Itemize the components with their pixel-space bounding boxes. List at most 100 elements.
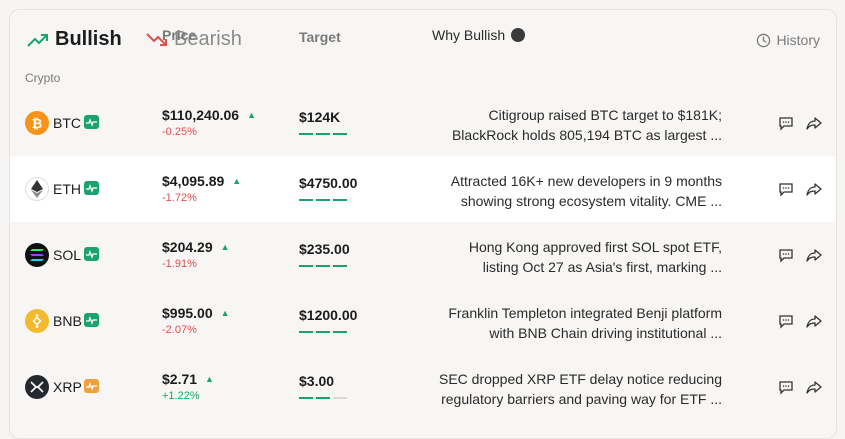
progress-segment: [299, 265, 313, 267]
target-value: $3.00: [299, 373, 335, 389]
why-text: Hong Kong approved first SOL spot ETF, li…: [432, 237, 722, 277]
column-header-why: Why Bullish: [432, 25, 722, 45]
comment-icon[interactable]: [778, 115, 794, 131]
tab-bullish[interactable]: Bullish: [27, 28, 122, 51]
column-header-why-label: Why Bullish: [432, 27, 506, 43]
trend-badge-icon: [84, 247, 99, 261]
avatar-icon: [511, 28, 526, 42]
why-line: SEC dropped XRP ETF delay notice reducin…: [438, 371, 722, 387]
price-up-icon: ▲: [232, 176, 242, 186]
why-line: listing Oct 27 as Asia's first, marking …: [482, 259, 722, 275]
price-text: $110,240.06: [162, 107, 240, 123]
why-line: showing strong ecosystem vitality. CME .…: [460, 193, 722, 209]
column-header-price: Price: [162, 27, 197, 43]
why-text: Attracted 16K+ new developers in 9 month…: [432, 171, 722, 211]
progress-segment: [316, 133, 330, 135]
why-line: BlackRock holds 805,194 BTC as largest .…: [451, 127, 722, 143]
why-line: Citigroup raised BTC target to $181K;: [488, 107, 722, 123]
price-text: $204.29: [162, 239, 213, 255]
target-progress: [299, 265, 350, 267]
target-progress: [299, 199, 350, 201]
history-label: History: [776, 32, 820, 48]
share-icon[interactable]: [806, 313, 822, 329]
target-value: $124K: [299, 109, 341, 125]
price-text: $2.71: [162, 371, 198, 387]
price-value: $4,095.89 ▲: [162, 173, 241, 189]
trend-badge-icon: [84, 379, 99, 393]
progress-segment: [316, 331, 330, 333]
solana-icon: [25, 243, 49, 267]
history-button[interactable]: History: [756, 32, 820, 48]
share-icon[interactable]: [806, 247, 822, 263]
price-text: $995.00: [162, 305, 213, 321]
column-header-target: Target: [299, 29, 341, 45]
coin-symbol: XRP: [53, 379, 82, 395]
table-row[interactable]: BNB $995.00 ▲ -2.07% $1200.00 Franklin Te…: [10, 288, 836, 354]
price-up-icon: ▲: [247, 110, 257, 120]
trend-badge-icon: [84, 115, 99, 129]
price-value: $110,240.06 ▲: [162, 107, 256, 123]
target-progress: [299, 331, 350, 333]
price-text: $4,095.89: [162, 173, 225, 189]
xrp-icon: [25, 375, 49, 399]
target-value: $4750.00: [299, 175, 358, 191]
share-icon[interactable]: [806, 379, 822, 395]
comment-icon[interactable]: [778, 181, 794, 197]
price-change: -2.07%: [162, 324, 197, 336]
price-change: -1.72%: [162, 192, 197, 204]
table-row[interactable]: SOL $204.29 ▲ -1.91% $235.00 Hong Kong ap…: [10, 222, 836, 288]
why-line: regulatory barriers and paving way for E…: [441, 391, 722, 407]
progress-segment: [299, 133, 313, 135]
target-progress: [299, 133, 350, 135]
progress-segment: [333, 331, 347, 333]
progress-segment: [299, 331, 313, 333]
progress-segment: [316, 397, 330, 399]
price-value: $995.00 ▲: [162, 305, 230, 321]
table-row[interactable]: XRP $2.71 ▲ +1.22% $3.00 SEC dropped XRP …: [10, 354, 836, 420]
coin-symbol: ETH: [53, 181, 81, 197]
why-line: with BNB Chain driving institutional ...: [489, 325, 722, 341]
progress-segment: [299, 199, 313, 201]
comment-icon[interactable]: [778, 247, 794, 263]
progress-segment: [333, 199, 347, 201]
progress-segment: [333, 265, 347, 267]
tab-bullish-label: Bullish: [55, 28, 122, 50]
ethereum-icon: [25, 177, 49, 201]
coin-symbol: SOL: [53, 247, 82, 263]
comment-icon[interactable]: [778, 313, 794, 329]
why-line: Hong Kong approved first SOL spot ETF,: [468, 239, 722, 255]
why-text: Franklin Templeton integrated Benji plat…: [432, 303, 722, 343]
price-up-icon: ▲: [220, 242, 230, 252]
share-icon[interactable]: [806, 181, 822, 197]
coin-symbol: BNB: [53, 313, 82, 329]
price-value: $2.71 ▲: [162, 371, 214, 387]
why-text: Citigroup raised BTC target to $181K; Bla…: [432, 105, 722, 145]
bullish-panel: Bullish Bearish History Crypto Price Tar…: [9, 9, 837, 439]
target-progress: [299, 397, 350, 399]
comment-icon[interactable]: [778, 379, 794, 395]
column-header-crypto: Crypto: [25, 71, 61, 85]
bnb-icon: [25, 309, 49, 333]
coin-symbol: BTC: [53, 115, 81, 131]
price-change: -1.91%: [162, 258, 197, 270]
clock-icon: [757, 33, 771, 47]
table-row[interactable]: ₿ BTC $110,240.06 ▲ -0.25% $124K Citigrou…: [10, 90, 836, 156]
table-row[interactable]: ETH $4,095.89 ▲ -1.72% $4750.00 Attracted…: [10, 156, 836, 222]
why-line: Franklin Templeton integrated Benji plat…: [448, 305, 722, 321]
why-text: SEC dropped XRP ETF delay notice reducin…: [432, 369, 722, 409]
trend-up-icon: [27, 33, 48, 47]
progress-segment: [299, 397, 313, 399]
share-icon[interactable]: [806, 115, 822, 131]
progress-segment: [316, 199, 330, 201]
progress-segment: [333, 133, 347, 135]
progress-segment: [316, 265, 330, 267]
price-change: -0.25%: [162, 126, 197, 138]
trend-badge-icon: [84, 181, 99, 195]
price-value: $204.29 ▲: [162, 239, 230, 255]
progress-segment: [333, 397, 347, 399]
why-line: Attracted 16K+ new developers in 9 month…: [450, 173, 722, 189]
target-value: $235.00: [299, 241, 350, 257]
price-up-icon: ▲: [205, 374, 214, 384]
target-value: $1200.00: [299, 307, 358, 323]
price-change: +1.22%: [162, 390, 200, 402]
